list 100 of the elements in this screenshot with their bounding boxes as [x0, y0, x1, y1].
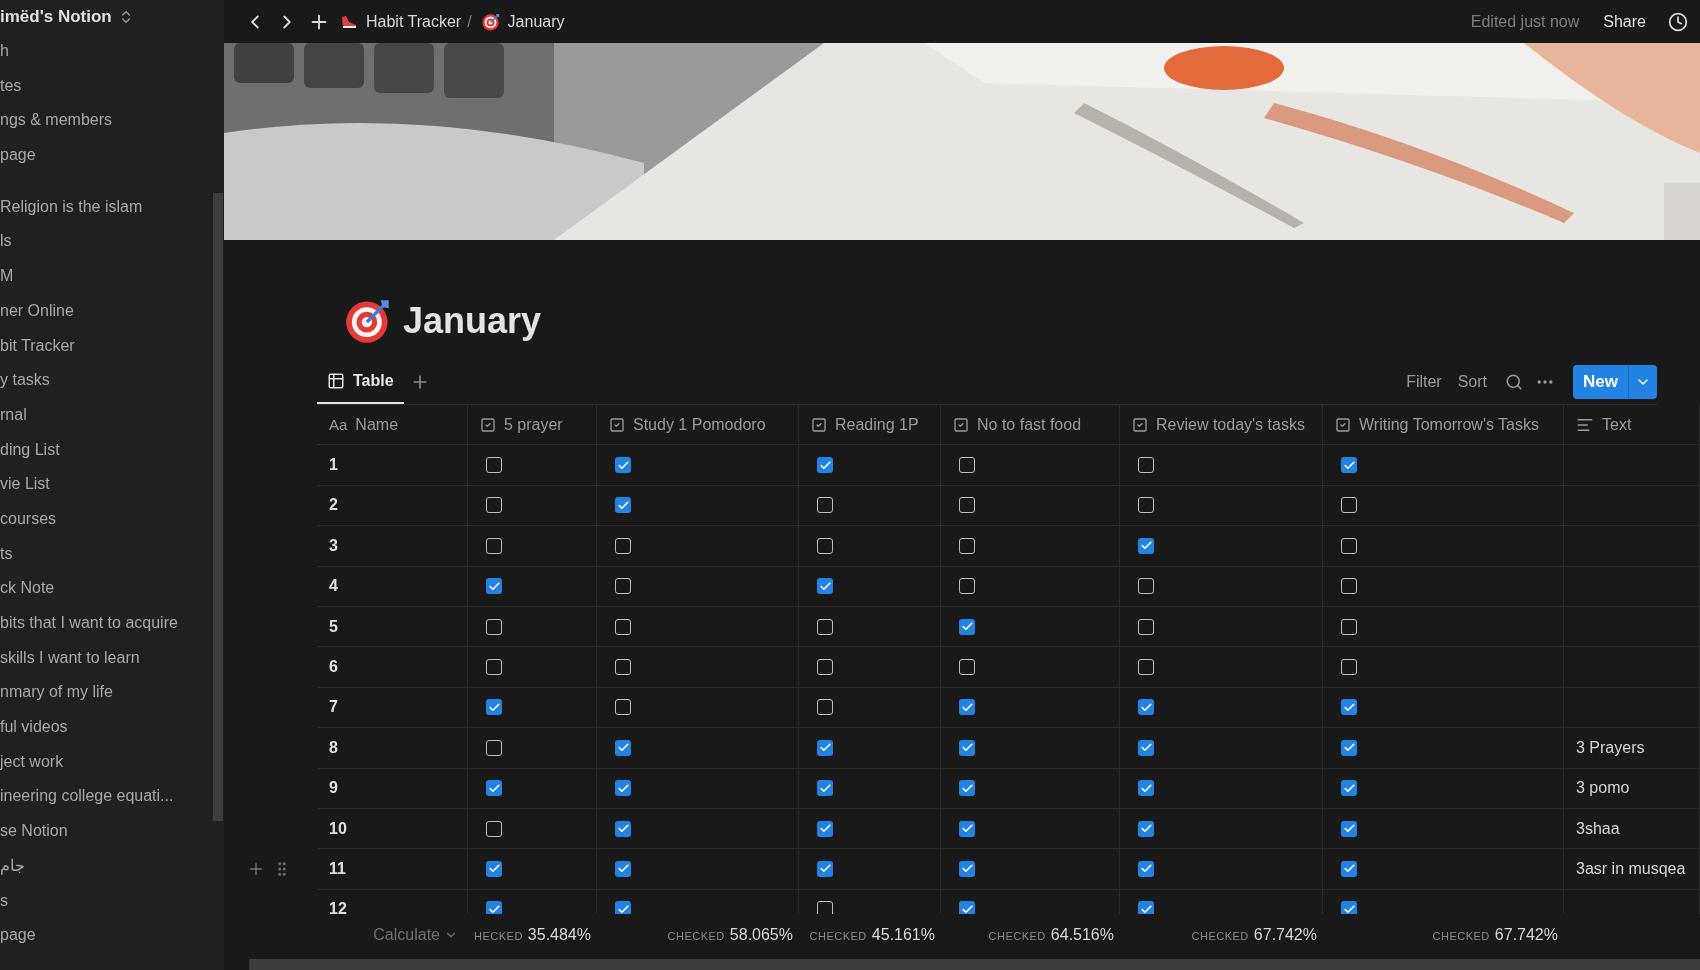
sidebar-page[interactable]: ls	[0, 224, 224, 260]
checkbox[interactable]	[615, 618, 631, 635]
column-header[interactable]: Reading 1P	[799, 405, 941, 445]
sidebar-page[interactable]: ineering college equati...	[0, 779, 224, 815]
sidebar-page[interactable]: skills I want to learn	[0, 640, 224, 676]
checkbox[interactable]	[1341, 578, 1357, 595]
checkbox[interactable]	[1341, 861, 1357, 877]
checkbox[interactable]	[1341, 820, 1357, 837]
checkbox[interactable]	[615, 820, 631, 837]
scrollbar-thumb[interactable]	[213, 193, 223, 821]
checkbox[interactable]	[486, 739, 502, 756]
row-name[interactable]: 4	[329, 577, 338, 596]
sidebar-item[interactable]: h	[0, 34, 224, 69]
toolbar-action[interactable]: Filter	[1400, 373, 1448, 391]
checkbox[interactable]	[817, 497, 833, 514]
sidebar-page[interactable]: vie List	[0, 467, 224, 502]
row-name[interactable]: 11	[329, 860, 346, 878]
sidebar-page[interactable]: page	[0, 918, 224, 953]
row-name[interactable]: 3	[329, 536, 338, 555]
sidebar-page[interactable]: rnal	[0, 397, 224, 433]
checkbox[interactable]	[615, 457, 631, 474]
row-name[interactable]: 1	[329, 456, 338, 475]
column-header[interactable]: Aa Name	[317, 405, 468, 445]
new-button[interactable]: New	[1573, 365, 1657, 399]
checkbox[interactable]	[486, 497, 502, 514]
checkbox[interactable]	[615, 739, 631, 756]
checkbox[interactable]	[1138, 780, 1154, 797]
view-tab[interactable]: Table	[317, 360, 404, 404]
clock-icon[interactable]	[1668, 11, 1688, 32]
checkbox[interactable]	[1138, 739, 1154, 756]
row-name[interactable]: 7	[329, 698, 338, 717]
column-header[interactable]: No to fast food	[941, 405, 1120, 445]
row-name[interactable]: 8	[329, 738, 338, 757]
sidebar-page[interactable]: ful videos	[0, 710, 224, 745]
sidebar-page[interactable]: bits that I want to acquire	[0, 606, 224, 641]
sidebar-page[interactable]: se Notion	[0, 814, 224, 849]
checkbox[interactable]	[817, 780, 833, 797]
checkbox[interactable]	[1138, 820, 1154, 837]
checkbox[interactable]	[959, 618, 975, 635]
checkbox[interactable]	[486, 618, 502, 635]
toolbar-action[interactable]: Sort	[1451, 373, 1494, 391]
column-header[interactable]: Study 1 Pomodoro	[597, 405, 799, 445]
checkbox[interactable]	[959, 820, 975, 837]
breadcrumb-link[interactable]: January	[481, 12, 565, 31]
sidebar-page[interactable]: Religion is the islam	[0, 189, 224, 225]
checkbox[interactable]	[1138, 659, 1154, 676]
row-name[interactable]: 9	[329, 779, 338, 798]
sidebar-page[interactable]: y tasks	[0, 363, 224, 398]
checkbox[interactable]	[1138, 699, 1154, 716]
checkbox[interactable]	[1138, 537, 1154, 554]
checkbox[interactable]	[1138, 618, 1154, 635]
row-name[interactable]: 12	[329, 900, 347, 914]
sidebar-page[interactable]: ts	[0, 536, 224, 572]
checkbox[interactable]	[615, 578, 631, 595]
checkbox[interactable]	[1341, 497, 1357, 514]
checkbox[interactable]	[959, 457, 975, 474]
column-header[interactable]: Review today's tasks	[1120, 405, 1323, 445]
calculate-dropdown[interactable]: Calculate	[317, 926, 468, 944]
checkbox[interactable]	[615, 497, 631, 514]
checkbox[interactable]	[959, 861, 975, 877]
sidebar-page[interactable]: bit Tracker	[0, 328, 224, 364]
checkbox[interactable]	[817, 457, 833, 474]
horizontal-scrollbar[interactable]	[249, 959, 1700, 970]
checkbox[interactable]	[959, 780, 975, 797]
breadcrumb-link[interactable]: Habit Tracker	[340, 12, 462, 31]
sidebar-page[interactable]: ner Online	[0, 293, 224, 329]
row-name[interactable]: 6	[329, 658, 338, 677]
sidebar-page[interactable]: ding List	[0, 432, 224, 468]
checkbox[interactable]	[486, 537, 502, 554]
checkbox[interactable]	[615, 699, 631, 716]
sidebar-item[interactable]: ngs & members	[0, 103, 224, 139]
checkbox[interactable]	[959, 739, 975, 756]
checkbox[interactable]	[1341, 699, 1357, 716]
checkbox[interactable]	[1138, 901, 1154, 914]
column-header[interactable]: Writing Tomorrow's Tasks	[1323, 405, 1564, 445]
checkbox[interactable]	[817, 861, 833, 877]
checkbox[interactable]	[1138, 861, 1154, 877]
checkbox[interactable]	[817, 820, 833, 837]
column-header[interactable]: Text	[1564, 405, 1700, 445]
checkbox[interactable]	[486, 659, 502, 676]
share-button[interactable]: Share	[1603, 12, 1646, 31]
checkbox[interactable]	[1138, 578, 1154, 595]
checkbox[interactable]	[615, 780, 631, 797]
checkbox[interactable]	[486, 457, 502, 474]
checkbox[interactable]	[1138, 457, 1154, 474]
checkbox[interactable]	[615, 861, 631, 877]
row-name[interactable]: 2	[329, 496, 338, 515]
checkbox[interactable]	[959, 659, 975, 676]
sidebar-page[interactable]: s	[0, 883, 224, 919]
checkbox[interactable]	[817, 618, 833, 635]
checkbox[interactable]	[959, 901, 975, 914]
checkbox[interactable]	[817, 901, 833, 914]
checkbox[interactable]	[486, 578, 502, 595]
sidebar-item[interactable]: tes	[0, 68, 224, 104]
checkbox[interactable]	[959, 537, 975, 554]
new-button-label[interactable]: New	[1573, 365, 1628, 399]
checkbox[interactable]	[1341, 739, 1357, 756]
checkbox[interactable]	[486, 861, 502, 877]
checkbox[interactable]	[959, 699, 975, 716]
sidebar-item[interactable]: page	[0, 138, 224, 173]
